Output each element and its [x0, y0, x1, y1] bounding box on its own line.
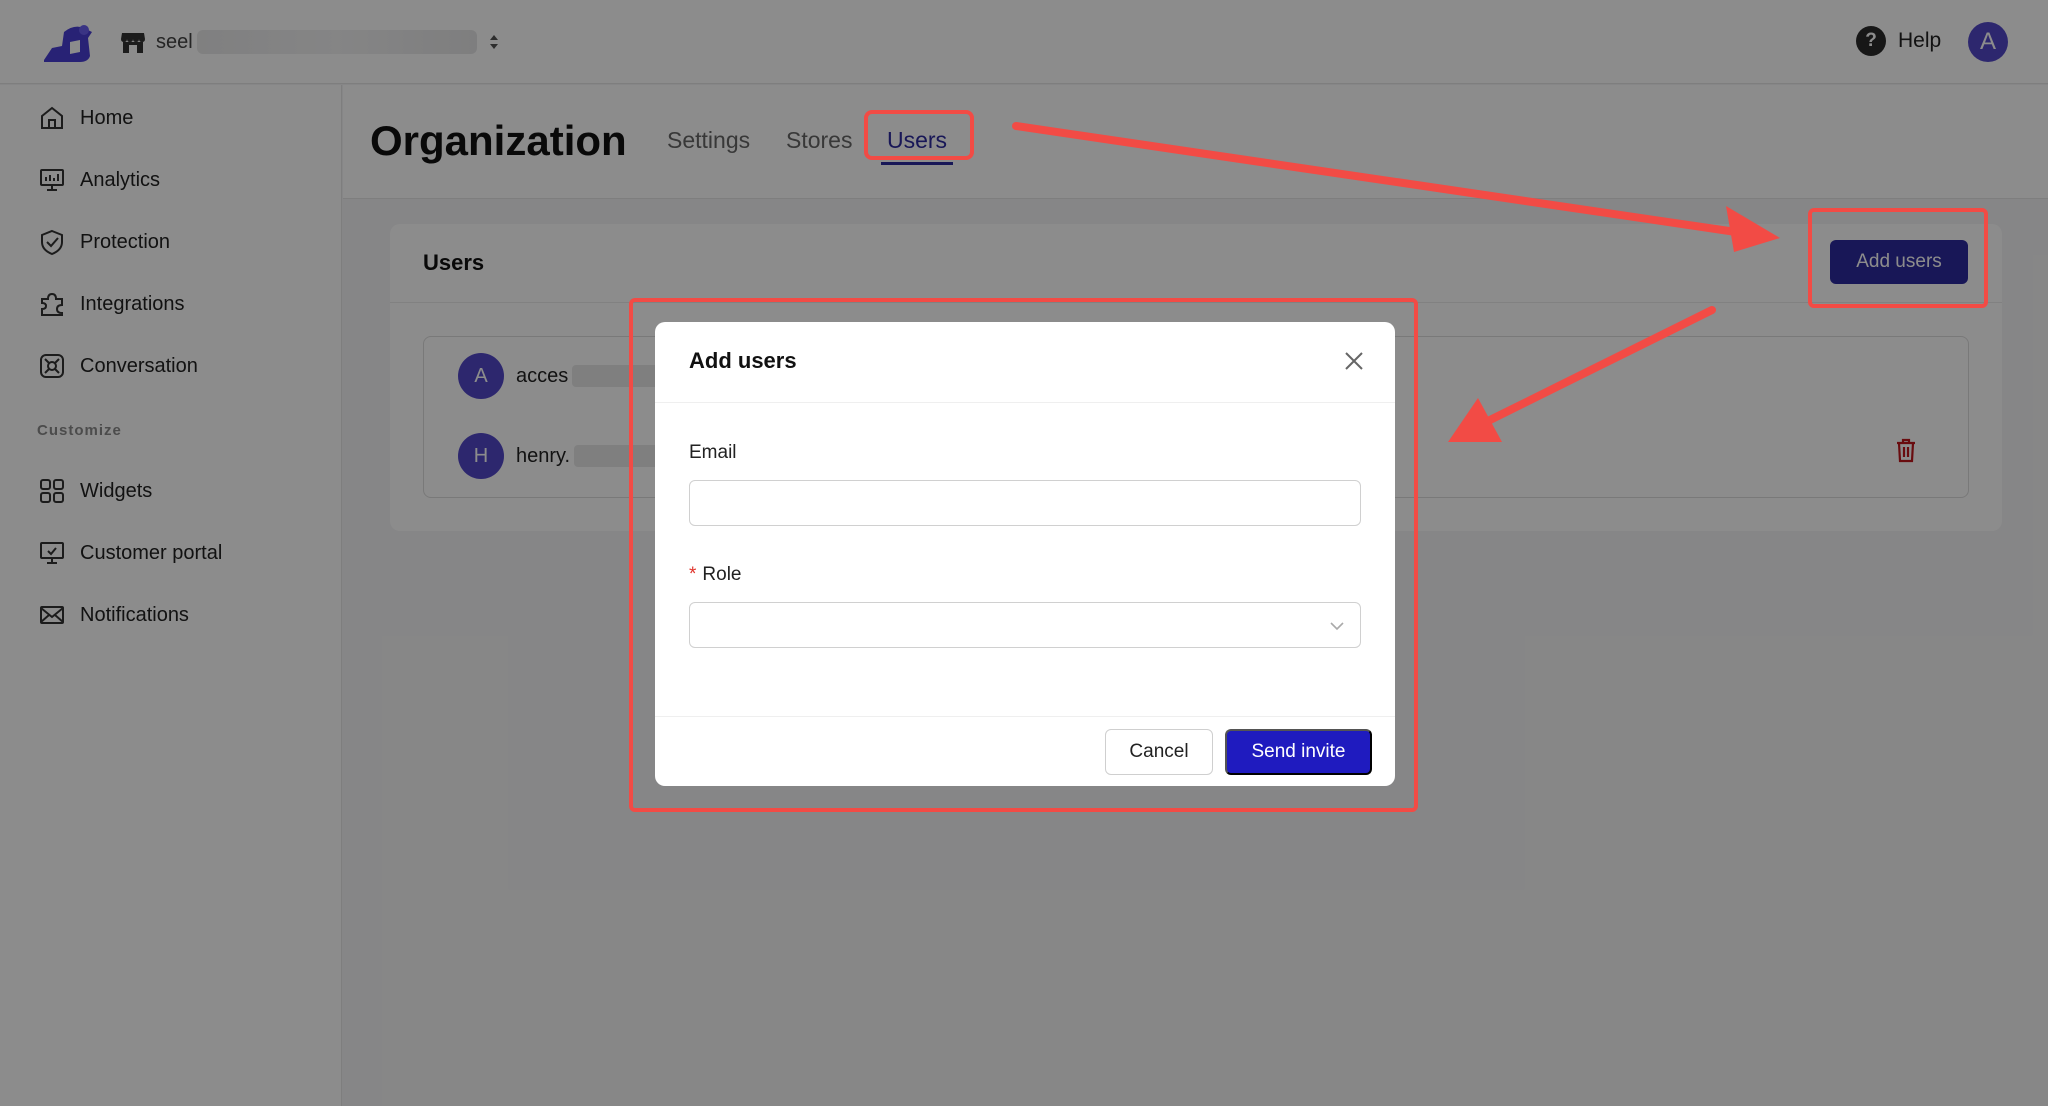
- role-label-text: Role: [702, 564, 742, 585]
- email-label: Email: [689, 442, 737, 463]
- chevron-down-icon: [1330, 622, 1344, 631]
- add-users-dialog: Add users Email * Role Cancel Send invite: [655, 322, 1395, 786]
- role-label: * Role: [689, 564, 741, 586]
- send-invite-button[interactable]: Send invite: [1225, 729, 1372, 775]
- email-field[interactable]: [689, 480, 1361, 526]
- cancel-button[interactable]: Cancel: [1105, 729, 1213, 775]
- required-mark: *: [689, 564, 697, 585]
- role-select[interactable]: [689, 602, 1361, 648]
- dialog-divider: [655, 402, 1395, 403]
- close-icon[interactable]: [1341, 348, 1367, 374]
- dialog-title: Add users: [689, 348, 797, 373]
- dialog-footer-divider: [655, 716, 1395, 717]
